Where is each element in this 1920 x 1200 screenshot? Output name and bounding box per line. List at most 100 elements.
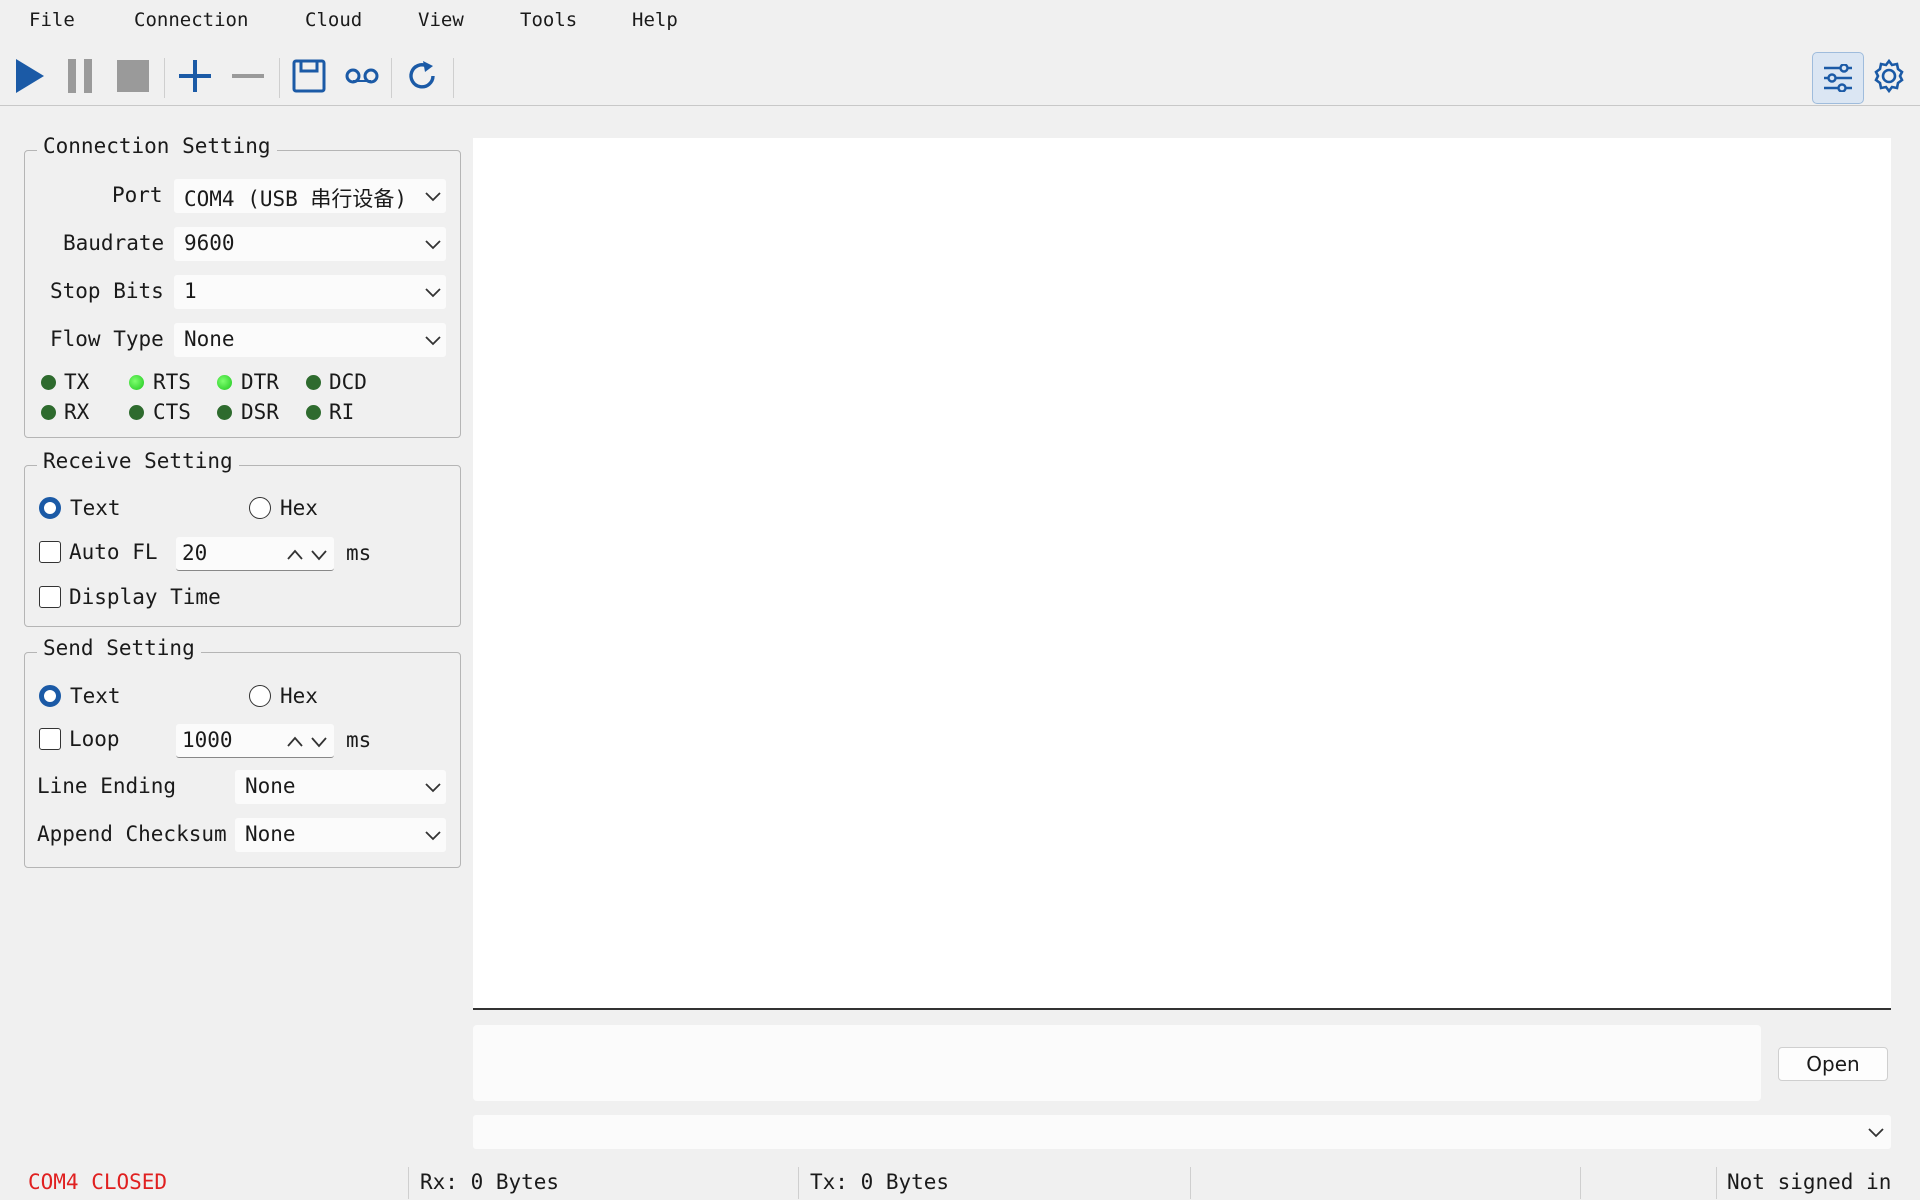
chevron-down-icon	[425, 288, 441, 298]
minus-icon	[232, 74, 264, 78]
status-separator	[798, 1167, 799, 1199]
menu-help[interactable]: Help	[632, 9, 678, 31]
tx-label: TX	[64, 370, 90, 394]
open-button[interactable]: Open	[1778, 1047, 1888, 1081]
save-icon	[292, 59, 326, 93]
dtr-label: DTR	[241, 370, 279, 394]
send-input[interactable]	[473, 1025, 1761, 1101]
settings-panel-icon	[1824, 64, 1852, 92]
rx-count: Rx: 0 Bytes	[420, 1170, 560, 1194]
record-icon	[345, 68, 379, 84]
display-time-label: Display Time	[69, 585, 221, 609]
receive-hex-label: Hex	[280, 496, 318, 520]
loop-value: 1000	[182, 728, 233, 752]
toolbar	[0, 46, 1920, 106]
stop-bits-value: 1	[184, 279, 197, 303]
toolbar-separator	[391, 58, 392, 98]
toolbar-separator	[279, 58, 280, 98]
port-select[interactable]: COM4 (USB 串行设备)	[174, 179, 446, 213]
status-separator	[1716, 1167, 1717, 1199]
send-hex-label: Hex	[280, 684, 318, 708]
rts-label: RTS	[153, 370, 191, 394]
baudrate-label: Baudrate	[63, 231, 165, 255]
cts-led	[129, 405, 144, 420]
rx-label: RX	[64, 400, 90, 424]
chevron-down-icon	[425, 831, 441, 841]
save-button[interactable]	[287, 54, 331, 98]
toolbar-separator	[164, 58, 165, 98]
group-title: Receive Setting	[37, 449, 239, 473]
receive-hex-radio[interactable]	[249, 497, 271, 519]
cts-label: CTS	[153, 400, 191, 424]
menu-view[interactable]: View	[418, 9, 464, 31]
ri-led	[306, 405, 321, 420]
play-icon	[16, 59, 44, 93]
flow-type-select[interactable]: None	[174, 323, 446, 357]
stop-icon	[117, 60, 149, 92]
receive-output-area[interactable]	[473, 138, 1891, 1010]
auto-fl-spinbox[interactable]: 20	[176, 537, 334, 571]
chevron-down-icon	[425, 336, 441, 346]
start-button[interactable]	[7, 54, 51, 98]
status-separator	[1580, 1167, 1581, 1199]
append-checksum-select[interactable]: None	[235, 818, 446, 852]
ri-label: RI	[329, 400, 355, 424]
dsr-label: DSR	[241, 400, 279, 424]
add-button[interactable]	[173, 54, 217, 98]
loop-label: Loop	[69, 727, 120, 751]
account-status[interactable]: Not signed in	[1727, 1170, 1891, 1194]
port-label: Port	[112, 183, 163, 207]
dcd-label: DCD	[329, 370, 367, 394]
menu-file[interactable]: File	[29, 9, 75, 31]
loop-checkbox[interactable]	[39, 728, 61, 750]
chevron-down-icon	[425, 783, 441, 793]
line-ending-value: None	[245, 774, 296, 798]
settings-panel-toggle[interactable]	[1812, 52, 1864, 104]
chevron-down-icon	[425, 192, 441, 202]
remove-button[interactable]	[226, 54, 270, 98]
record-button[interactable]	[340, 54, 384, 98]
send-text-radio[interactable]	[39, 685, 61, 707]
baudrate-select[interactable]: 9600	[174, 227, 446, 261]
pause-button[interactable]	[58, 54, 102, 98]
pause-icon	[68, 59, 92, 93]
settings-button[interactable]	[1867, 54, 1911, 98]
spin-arrows-icon[interactable]	[286, 545, 330, 563]
status-separator	[408, 1167, 409, 1199]
tx-count: Tx: 0 Bytes	[810, 1170, 950, 1194]
gear-icon	[1874, 58, 1904, 94]
auto-fl-checkbox[interactable]	[39, 541, 61, 563]
receive-text-label: Text	[70, 496, 121, 520]
rts-led	[129, 375, 144, 390]
plus-icon	[179, 60, 211, 92]
refresh-icon	[409, 61, 435, 89]
port-value: COM4 (USB 串行设备)	[184, 187, 408, 211]
auto-fl-unit: ms	[346, 541, 372, 565]
refresh-button[interactable]	[400, 54, 444, 98]
line-ending-select[interactable]: None	[235, 770, 446, 804]
spin-arrows-icon[interactable]	[286, 732, 330, 750]
menu-cloud[interactable]: Cloud	[305, 9, 362, 31]
port-status: COM4 CLOSED	[28, 1170, 168, 1194]
send-hex-radio[interactable]	[249, 685, 271, 707]
toolbar-separator	[453, 58, 454, 98]
stop-bits-select[interactable]: 1	[174, 275, 446, 309]
stop-button[interactable]	[111, 54, 155, 98]
chevron-down-icon	[425, 240, 441, 250]
dtr-led	[217, 375, 232, 390]
loop-spinbox[interactable]: 1000	[176, 724, 334, 758]
menu-bar: File Connection Cloud View Tools Help	[0, 0, 1920, 46]
rx-led	[41, 405, 56, 420]
menu-tools[interactable]: Tools	[520, 9, 577, 31]
auto-fl-label: Auto FL	[69, 540, 158, 564]
append-checksum-label: Append Checksum	[37, 822, 227, 846]
status-separator	[1190, 1167, 1191, 1199]
receive-text-radio[interactable]	[39, 497, 61, 519]
flow-type-label: Flow Type	[50, 327, 164, 351]
group-title: Connection Setting	[37, 134, 277, 158]
menu-connection[interactable]: Connection	[134, 9, 248, 31]
tx-led	[41, 375, 56, 390]
send-history-select[interactable]	[473, 1115, 1891, 1149]
display-time-checkbox[interactable]	[39, 586, 61, 608]
dcd-led	[306, 375, 321, 390]
